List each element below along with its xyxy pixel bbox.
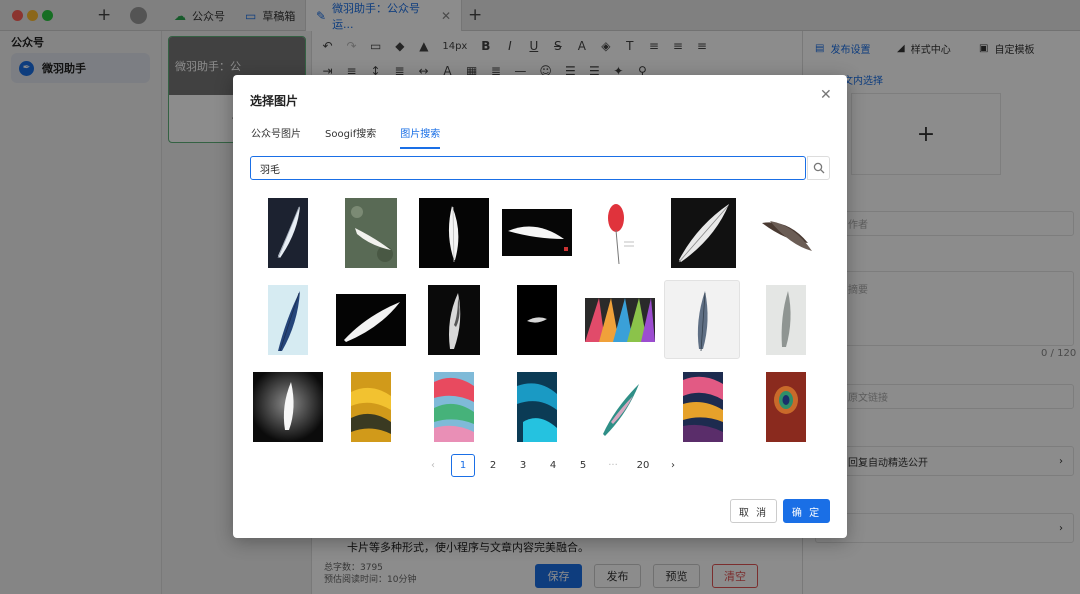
page-3[interactable]: 3 (508, 454, 538, 477)
dialog-tabs: 公众号图片 Soogif搜索 图片搜索 (251, 125, 441, 149)
feather-image (683, 371, 723, 442)
image-thumbnail[interactable] (416, 280, 492, 359)
feather-image (517, 284, 557, 355)
feather-image (434, 371, 474, 442)
feather-image (268, 284, 308, 355)
page-1[interactable]: 1 (451, 454, 475, 477)
image-thumbnail[interactable] (333, 367, 409, 446)
feather-image (345, 197, 397, 268)
pagination: ‹ 1 2 3 4 5 ··· 20 › (418, 454, 688, 477)
tab-image-search[interactable]: 图片搜索 (400, 125, 441, 149)
image-thumbnail[interactable] (582, 280, 658, 359)
feather-image (428, 284, 480, 355)
feather-image (253, 371, 323, 442)
feather-image (351, 371, 391, 442)
cancel-button[interactable]: 取 消 (730, 499, 777, 523)
feather-image (670, 197, 736, 268)
image-thumbnail[interactable] (748, 193, 824, 272)
page-20[interactable]: 20 (628, 454, 658, 477)
feather-image (597, 373, 643, 440)
image-thumbnail[interactable] (416, 367, 492, 446)
image-thumbnail[interactable] (582, 367, 658, 446)
dialog-title: 选择图片 (250, 94, 299, 108)
feather-image (336, 293, 406, 346)
prev-page-button[interactable]: ‹ (418, 454, 448, 477)
image-thumbnail[interactable] (499, 367, 575, 446)
image-thumbnail[interactable] (748, 367, 824, 446)
select-image-dialog: 选择图片 ✕ 公众号图片 Soogif搜索 图片搜索 羽毛 ‹ 1 2 3 4 … (233, 75, 847, 538)
tab-account-images[interactable]: 公众号图片 (251, 125, 301, 149)
feather-image (766, 371, 806, 442)
image-thumbnail[interactable] (665, 367, 741, 446)
image-thumbnail[interactable] (333, 193, 409, 272)
image-thumbnail[interactable] (748, 280, 824, 359)
page-4[interactable]: 4 (538, 454, 568, 477)
page-2[interactable]: 2 (478, 454, 508, 477)
feather-image (756, 206, 816, 259)
image-thumbnail[interactable] (250, 367, 326, 446)
search-button[interactable] (807, 156, 830, 180)
feather-image (419, 197, 489, 268)
close-icon[interactable]: ✕ (820, 87, 832, 103)
page-5[interactable]: 5 (568, 454, 598, 477)
search-icon (813, 162, 824, 174)
image-thumbnail[interactable] (665, 193, 741, 272)
feather-image (585, 297, 655, 342)
feather-image (697, 290, 708, 351)
image-thumbnail-hovered[interactable] (664, 280, 740, 359)
more-pages[interactable]: ··· (598, 454, 628, 477)
image-thumbnail[interactable] (333, 280, 409, 359)
tab-soogif-search[interactable]: Soogif搜索 (325, 125, 376, 149)
feather-image (268, 197, 308, 268)
feather-image (766, 284, 806, 355)
feather-image (517, 371, 557, 442)
image-thumbnail[interactable] (499, 193, 575, 272)
confirm-button[interactable]: 确 定 (783, 499, 830, 523)
image-thumbnail[interactable] (416, 193, 492, 272)
next-page-button[interactable]: › (658, 454, 688, 477)
image-search-input[interactable] (250, 156, 806, 180)
feather-image (502, 209, 572, 256)
image-thumbnail[interactable] (499, 280, 575, 359)
image-thumbnail[interactable] (250, 193, 326, 272)
image-thumbnail[interactable] (582, 193, 658, 272)
feather-image (600, 197, 640, 268)
image-thumbnail[interactable] (250, 280, 326, 359)
